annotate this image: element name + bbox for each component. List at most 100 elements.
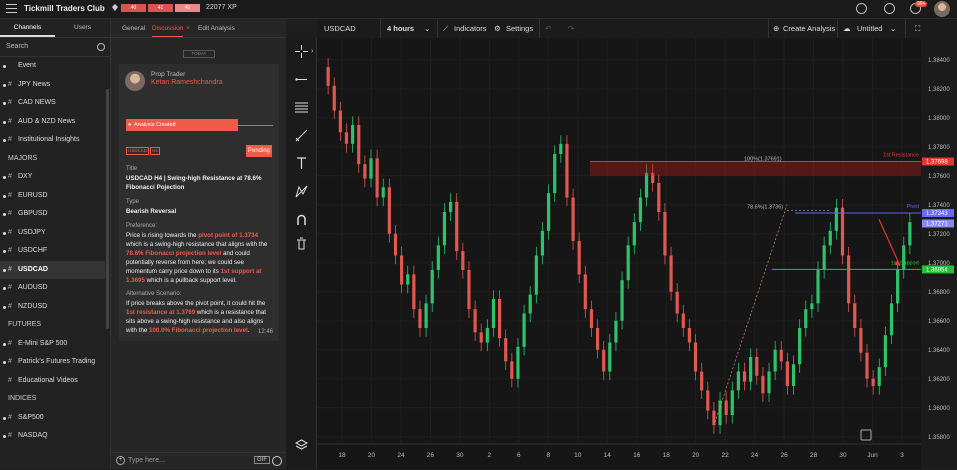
candle [583, 274, 587, 310]
sidebar-item[interactable]: # GBPUSD [0, 205, 105, 224]
redo-icon[interactable]: ↷ [568, 24, 574, 33]
interval-selector[interactable]: 4 hours [387, 24, 414, 33]
sidebar-item[interactable]: # EURUSD [0, 187, 105, 206]
hash-icon: # [8, 247, 12, 254]
magnet-icon[interactable] [295, 213, 308, 226]
preference-label: Preference: [126, 223, 158, 229]
section-header[interactable]: FUTURES [0, 316, 105, 335]
sidebar-item[interactable]: # USDJPY [0, 224, 105, 243]
candle [381, 187, 385, 198]
date-divider: TODAY [183, 50, 215, 58]
indicators-icon[interactable]: ⟋ [443, 24, 448, 34]
candle [724, 400, 728, 415]
message-input[interactable]: Type here... [128, 457, 165, 464]
section-header[interactable]: MAJORS [0, 150, 105, 169]
sidebar-item[interactable]: # JPY News [0, 76, 105, 95]
close-icon[interactable]: × [186, 25, 190, 32]
sidebar-item-label: Educational Videos [18, 376, 78, 384]
horizontal-lines-icon[interactable] [295, 101, 308, 114]
add-icon[interactable]: + [116, 456, 125, 465]
layers-icon[interactable] [295, 438, 308, 451]
tab-general[interactable]: General [122, 25, 145, 32]
cloud-icon[interactable]: ☁ [843, 24, 851, 33]
scrollbar[interactable] [106, 89, 109, 329]
sidebar-item[interactable]: # NZDUSD [0, 298, 105, 317]
level-name: 1st Resistance [883, 153, 919, 159]
sidebar-item[interactable]: # NASDAQ [0, 427, 105, 446]
gear-icon[interactable]: ⚙ [494, 24, 501, 33]
sidebar-item[interactable]: # Patrick's Futures Trading [0, 353, 105, 372]
y-tick-label: 1.38400 [928, 58, 950, 64]
title-label: Title [126, 166, 138, 172]
sidebar-item[interactable]: # AUDUSD [0, 279, 105, 298]
sidebar-item-label: GBPUSD [18, 210, 48, 217]
sidebar-item[interactable]: # AUD & NZD News [0, 113, 105, 132]
text-icon[interactable] [295, 157, 308, 170]
trend-line-icon[interactable] [295, 73, 308, 86]
tab-discussion[interactable]: Discussion [152, 25, 184, 37]
candle [442, 212, 447, 246]
chevron-down-icon[interactable]: ⌄ [424, 24, 430, 33]
sidebar-item[interactable]: Event [0, 57, 105, 76]
tab-users[interactable]: Users [55, 19, 110, 37]
alt-scenario-text: If price breaks above the pivot point, i… [126, 299, 274, 335]
user-avatar[interactable] [934, 1, 950, 17]
gif-button[interactable]: GIF [254, 456, 270, 464]
undo-icon[interactable]: ↶ [545, 24, 551, 33]
sidebar-item[interactable]: # E-Mini S&P 500 [0, 335, 105, 354]
section-header[interactable]: INDICES [0, 390, 105, 409]
price-chart[interactable]: 1.38400 1.38200 1.38000 1.37800 1.37600 1.374… [317, 38, 957, 469]
symbol-selector[interactable]: USDCAD [324, 24, 356, 33]
sidebar-item-label: USDCAD [18, 265, 48, 273]
candle [516, 346, 520, 379]
emoji-icon[interactable] [272, 456, 282, 466]
top-bar: Tickmill Traders Club 40 41 42 22077 XP … [0, 0, 957, 19]
sidebar-item[interactable]: # DXY [0, 168, 105, 187]
x-tick-label: 18 [663, 452, 671, 459]
sidebar-item[interactable]: # USDCHF [0, 242, 105, 261]
candle [424, 303, 428, 328]
candle [626, 245, 630, 281]
indicators-button[interactable]: Indicators [454, 24, 487, 33]
candle [448, 201, 453, 212]
tab-edit-analysis[interactable]: Edit Analysis [198, 25, 235, 32]
create-analysis-button[interactable]: Create Analysis [783, 24, 835, 33]
sidebar-item[interactable]: # S&P500 [0, 409, 105, 428]
brush-icon[interactable] [295, 129, 308, 142]
sidebar-item[interactable]: # USDCAD [0, 260, 105, 279]
layout-name[interactable]: Untitled [857, 24, 882, 33]
sidebar-item[interactable]: # Institutional Insights [0, 131, 105, 150]
candle [406, 274, 410, 285]
search-input[interactable]: Search [6, 43, 28, 50]
trash-icon[interactable] [295, 237, 308, 250]
sidebar-item[interactable]: # Educational Videos [0, 372, 105, 391]
fullscreen-icon[interactable]: ⛶ [915, 24, 920, 34]
collapse-arrow-icon[interactable]: › [311, 48, 313, 55]
crosshair-icon[interactable] [295, 45, 308, 58]
settings-icon[interactable] [884, 3, 895, 14]
globe-icon[interactable] [856, 3, 867, 14]
y-tick-label: 1.37200 [928, 232, 950, 238]
level-name: Pivot [907, 204, 920, 210]
hash-icon: # [8, 432, 12, 439]
unread-dot-icon [3, 250, 6, 253]
sidebar-item-label: JPY News [18, 80, 51, 88]
pattern-icon[interactable] [295, 185, 308, 198]
menu-icon[interactable] [6, 4, 17, 14]
plus-icon[interactable]: ⊕ [773, 24, 779, 33]
tab-channels[interactable]: Channels [0, 19, 55, 37]
candle [602, 349, 606, 372]
candle [828, 230, 832, 246]
status-created: ● Analysis Created [126, 119, 238, 131]
hash-icon: # [8, 284, 12, 291]
candle [791, 364, 796, 386]
sidebar-item[interactable]: # CAD NEWS [0, 94, 105, 113]
text-highlight: 1st resistance at 1.3769 [126, 309, 196, 316]
candle [638, 197, 643, 223]
candle [663, 212, 667, 256]
settings-button[interactable]: Settings [506, 24, 533, 33]
candle [865, 352, 869, 379]
x-tick-label: 30 [456, 452, 464, 459]
chevron-down-icon[interactable]: ⌄ [890, 24, 896, 33]
channel-search[interactable]: Search [0, 38, 110, 57]
